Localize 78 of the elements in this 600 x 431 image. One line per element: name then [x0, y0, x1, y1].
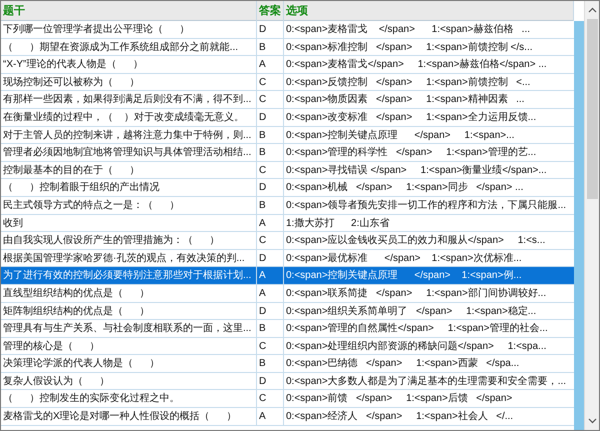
table-cell-text: 0:<span>联系简捷 </span> 1:<span>部门间协调较好...	[285, 286, 548, 301]
table-cell-text: 0:<span>大多数人都是为了满足基本的生理需要和安全需要，...	[285, 374, 568, 389]
table-cell: 在衡量业绩的过程中，（ ）对于改变成绩毫无意义。	[1, 108, 257, 126]
table-row[interactable]: 有那样一些因素，如果得到满足后则没有不满，得不到... C 0:<span>物质因素 </span> 1:<span>精神因素 ...	[1, 91, 574, 109]
table-cell-text: 0:<span>标准控制 </span> 1:<span>前馈控制 </s...	[285, 40, 534, 55]
table-row[interactable]: “X-Y”理论的代表人物是（ ） A 0:<span>麦格雷戈</span> 1:<span>赫兹伯格</span> ...	[1, 56, 574, 74]
table-cell: 麦格雷戈的X理论是对哪一种人性假设的概括（ ）	[1, 408, 257, 426]
table-cell-text: 0:<span>改变标准 </span> 1:<span>全力运用反馈...	[285, 110, 538, 125]
table-row[interactable]: 管理者必须因地制宜地将管理知识与具体管理活动相结... B 0:<span>管理的科学性 </span> 1:<span>管理的艺...	[1, 144, 574, 162]
table-cell: （ ）控制发生的实际变化过程之中。	[1, 390, 257, 408]
table-cell: 为了进行有效的控制必须要特别注意那些对于根据计划...	[1, 267, 257, 284]
table-cell: 直线型组织结构的优点是（ ）	[1, 284, 257, 302]
scrollbar-thumb[interactable]	[586, 19, 598, 199]
table-cell: 有那样一些因素，如果得到满足后则没有不满，得不到...	[1, 91, 257, 108]
table-row[interactable]: 管理的核心是（ ） C 0:<span>处理组织内部资源的稀缺问题</span> 1:<spa...	[1, 338, 574, 356]
table-row[interactable]: （ ）期望在资源成为工作系统组成部分之前就能... B 0:<span>标准控制 </span> 1:<span>前馈控制 </s...	[1, 38, 574, 56]
table-cell: B	[257, 196, 284, 214]
table-cell: 管理具有与生产关系、与社会制度相联系的一面，这里...	[1, 320, 257, 338]
table-row[interactable]: 下列哪一位管理学者提出公平理论（ ） D 0:<span>麦格雷戈 </span> 1:<span>赫兹伯格 ...	[1, 21, 574, 39]
table-cell-text: 0:<span>处理组织内部资源的稀缺问题</span> 1:<spa...	[285, 340, 548, 354]
table-cell-text: 0:<span>最优标准 </span> 1:<span>次优标准...	[285, 252, 523, 266]
table-cell: 决策理论学派的代表人物是（ ）	[1, 355, 257, 372]
table-cell: D	[257, 179, 284, 196]
table-cell-text: 0:<span>组织关系简单明了 </span> 1:<span>稳定...	[285, 304, 538, 318]
table-cell-text: 0:<span>经济人 </span> 1:<span>社会人 </...	[285, 410, 514, 424]
table-cell-text: 1:撒大苏打 2:山东省	[285, 216, 390, 231]
table-cell: A	[257, 56, 284, 74]
table-cell-text: 0:<span>管理的科学性 </span> 1:<span>管理的艺...	[285, 146, 538, 160]
table-row[interactable]: 根据美国管理学家哈罗德·孔茨的观点，有效决策的判... D 0:<span>最优标准 </span> 1:<span>次优标准...	[1, 250, 574, 268]
table-row[interactable]: 对于主管人员的控制来讲，越将注意力集中于特例，则... B 0:<span>控制关键点原理 </span> 1:<span>...	[1, 126, 574, 144]
table-cell: A	[257, 284, 284, 302]
scroll-up-icon[interactable]	[588, 7, 596, 13]
table-cell-text: 0:<span>麦格雷戈 </span> 1:<span>赫兹伯格 ...	[285, 22, 532, 37]
table-cell: C	[257, 232, 284, 250]
table-row[interactable]: 现场控制还可以被称为（ ） C 0:<span>反馈控制 </span> 1:<span>前馈控制 <...	[1, 74, 574, 92]
table-row[interactable]: 麦格雷戈的X理论是对哪一种人性假设的概括（ ） A 0:<span>经济人 </span> 1:<span>社会人 </...	[1, 408, 574, 426]
table-cell-text: 0:<span>麦格雷戈</span> 1:<span>赫兹伯格</span> ...	[285, 58, 548, 72]
table-cell: B	[257, 144, 284, 162]
table-row[interactable]: 管理具有与生产关系、与社会制度相联系的一面，这里... B 0:<span>管理的自然属性</span> 1:<span>管理的社会...	[1, 320, 574, 338]
table-cell-text: 0:<span>控制关键点原理 </span> 1:<span>...	[285, 128, 516, 143]
table-cell-text: 0:<span>物质因素 </span> 1:<span>精神因素 ...	[285, 92, 526, 108]
table-row[interactable]: （ ）控制发生的实际变化过程之中。 C 0:<span>前馈 </span> 1:<span>后馈 </span>	[1, 390, 574, 408]
table-cell-text: 0:<span>领导者预先安排一切工作的程序和方法，下属只能服...	[285, 198, 568, 213]
table-row[interactable]: 控制最基本的目的在于（ ） C 0:<span>寻找错误 </span> 1:<span>衡量业绩</span>...	[1, 162, 574, 180]
table-cell-text: 0:<span>控制关键点原理 </span> 1:<span>例...	[285, 268, 523, 284]
table-cell: D	[257, 21, 284, 38]
table-cell: B	[257, 320, 284, 338]
table-cell-text: 0:<span>巴纳德 </span> 1:<span>西蒙 </spa...	[285, 356, 520, 372]
table-cell-text: 0:<span>管理的自然属性</span> 1:<span>管理的社会...	[285, 322, 549, 336]
table-cell-text: 0:<span>应以金钱收买员工的效力和服从</span> 1:<s...	[285, 234, 546, 248]
table-cell: 民主式领导方式的特点之一是：（ ）	[1, 196, 257, 214]
table-row[interactable]: 在衡量业绩的过程中，（ ）对于改变成绩毫无意义。 D 0:<span>改变标准 </span> 1:<span>全力运用反馈...	[1, 108, 574, 127]
table-row[interactable]: 为了进行有效的控制必须要特别注意那些对于根据计划... A 0:<span>控制关键点原理 </span> 1:<span>例...	[1, 267, 574, 285]
table-cell: 下列哪一位管理学者提出公平理论（ ）	[1, 21, 257, 38]
table-cell-text: 0:<span>前馈 </span> 1:<span>后馈 </span>	[285, 392, 514, 406]
table-row[interactable]: 矩阵制组织结构的优点是（ ） D 0:<span>组织关系简单明了 </span> 1:<span>稳定...	[1, 302, 574, 320]
table-row[interactable]: 民主式领导方式的特点之一是：（ ） B 0:<span>领导者预先安排一切工作的程序和方法，下属只能服...	[1, 196, 574, 215]
table-cell: C	[257, 390, 284, 408]
table-cell: A	[257, 408, 284, 426]
table-cell-text: 0:<span>机械 </span> 1:<span>同步 </span> ...	[285, 180, 524, 196]
table-cell: A	[257, 267, 284, 284]
table-cell-text: 0:<span>寻找错误 </span> 1:<span>衡量业绩</span>...	[285, 164, 548, 178]
table-row[interactable]: 直线型组织结构的优点是（ ） A 0:<span>联系简捷 </span> 1:<span>部门间协调较好...	[1, 284, 574, 302]
table-cell: （ ）控制着眼于组织的产出情况	[1, 179, 257, 196]
table-cell: “X-Y”理论的代表人物是（ ）	[1, 56, 257, 74]
table-row[interactable]: 决策理论学派的代表人物是（ ） B 0:<span>巴纳德 </span> 1:<span>西蒙 </spa...	[1, 355, 574, 373]
table-row[interactable]: 复杂人假设认为（ ） D 0:<span>大多数人都是为了满足基本的生理需要和安全需要，...	[1, 372, 574, 390]
table-cell: 管理者必须因地制宜地将管理知识与具体管理活动相结...	[1, 144, 257, 162]
table-cell: C	[257, 91, 284, 108]
table-row[interactable]: （ ）控制着眼于组织的产出情况 D 0:<span>机械 </span> 1:<span>同步 </span> ...	[1, 179, 574, 197]
table-cell: 由自我实现人假设所产生的管理措施为：（ ）	[1, 232, 257, 250]
table-cell-text: 0:<span>反馈控制 </span> 1:<span>前馈控制 <...	[285, 76, 532, 90]
vertical-scrollbar[interactable]	[584, 1, 599, 430]
table-row[interactable]: 由自我实现人假设所产生的管理措施为：（ ） C 0:<span>应以金钱收买员工的效力和服从</span> 1:<s...	[1, 232, 574, 250]
scroll-down-icon[interactable]	[588, 418, 596, 424]
table-row[interactable]: 收到 A 1:撒大苏打 2:山东省	[1, 214, 574, 232]
table-cell: B	[257, 355, 284, 372]
table-cell: D	[257, 108, 284, 126]
